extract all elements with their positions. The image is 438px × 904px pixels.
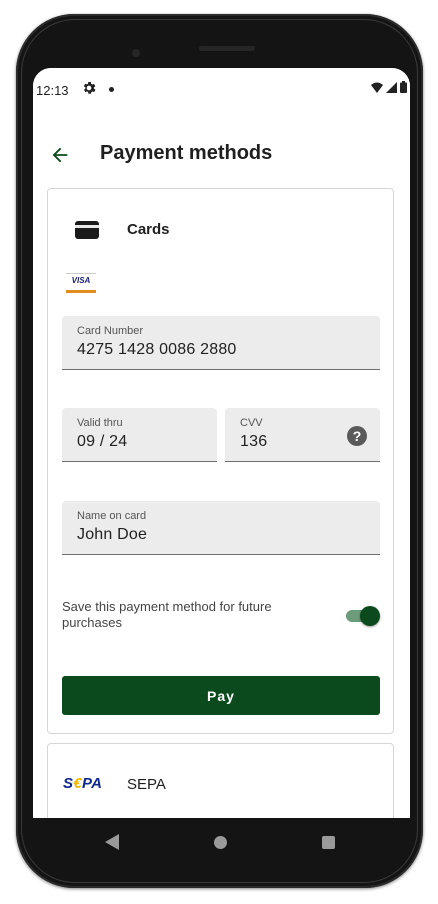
earpiece-speaker [199, 46, 255, 51]
nav-back-icon[interactable] [105, 834, 119, 850]
sepa-logo-euro: € [73, 775, 82, 792]
status-time: 12:13 [36, 83, 69, 98]
system-nav-bar [33, 818, 410, 866]
card-number-field[interactable]: Card Number 4275 1428 0086 2880 [62, 316, 380, 370]
save-payment-toggle[interactable] [346, 605, 380, 627]
cvv-value: 136 [240, 433, 268, 450]
notification-dot-icon [109, 87, 114, 92]
name-on-card-field[interactable]: Name on card John Doe [62, 501, 380, 555]
valid-thru-field[interactable]: Valid thru 09 / 24 [62, 408, 217, 462]
status-right-icons [371, 81, 407, 93]
cvv-label: CVV [240, 417, 263, 429]
valid-thru-value: 09 / 24 [77, 433, 128, 450]
status-bar: 12:13 [33, 68, 410, 110]
visa-logo: VISA [66, 273, 96, 293]
page-title: Payment methods [100, 142, 273, 164]
front-camera [132, 49, 140, 57]
save-payment-label: Save this payment method for future purc… [62, 599, 272, 630]
cards-section: Cards VISA Card Number 4275 1428 0086 28… [47, 188, 394, 734]
card-number-value: 4275 1428 0086 2880 [77, 341, 237, 358]
app-screen: 12:13 Payment methods Cards VISA Card Nu… [33, 68, 410, 818]
card-number-label: Card Number [77, 325, 144, 337]
arrow-back-icon[interactable] [49, 144, 71, 166]
valid-thru-label: Valid thru [77, 417, 123, 429]
toggle-thumb [360, 606, 380, 626]
sepa-logo: S€PA [63, 775, 102, 792]
pay-button[interactable]: Pay [62, 676, 380, 715]
battery-icon [400, 81, 407, 93]
credit-card-icon [75, 221, 99, 239]
sepa-logo-suffix: PA [81, 775, 103, 792]
nav-home-icon[interactable] [214, 836, 227, 849]
wifi-icon [371, 82, 383, 93]
sepa-logo-prefix: S [63, 775, 74, 792]
name-on-card-value: John Doe [77, 526, 148, 543]
gear-icon [83, 82, 96, 94]
sepa-section-title: SEPA [127, 776, 166, 793]
signal-icon [386, 81, 397, 93]
nav-recents-icon[interactable] [322, 836, 335, 849]
name-on-card-label: Name on card [77, 510, 147, 522]
cvv-field[interactable]: CVV 136 ? [225, 408, 380, 462]
help-icon[interactable]: ? [347, 426, 367, 446]
app-bar: Payment methods [33, 134, 410, 178]
sepa-section[interactable]: S€PA SEPA [47, 743, 394, 818]
cards-section-title: Cards [127, 221, 170, 238]
